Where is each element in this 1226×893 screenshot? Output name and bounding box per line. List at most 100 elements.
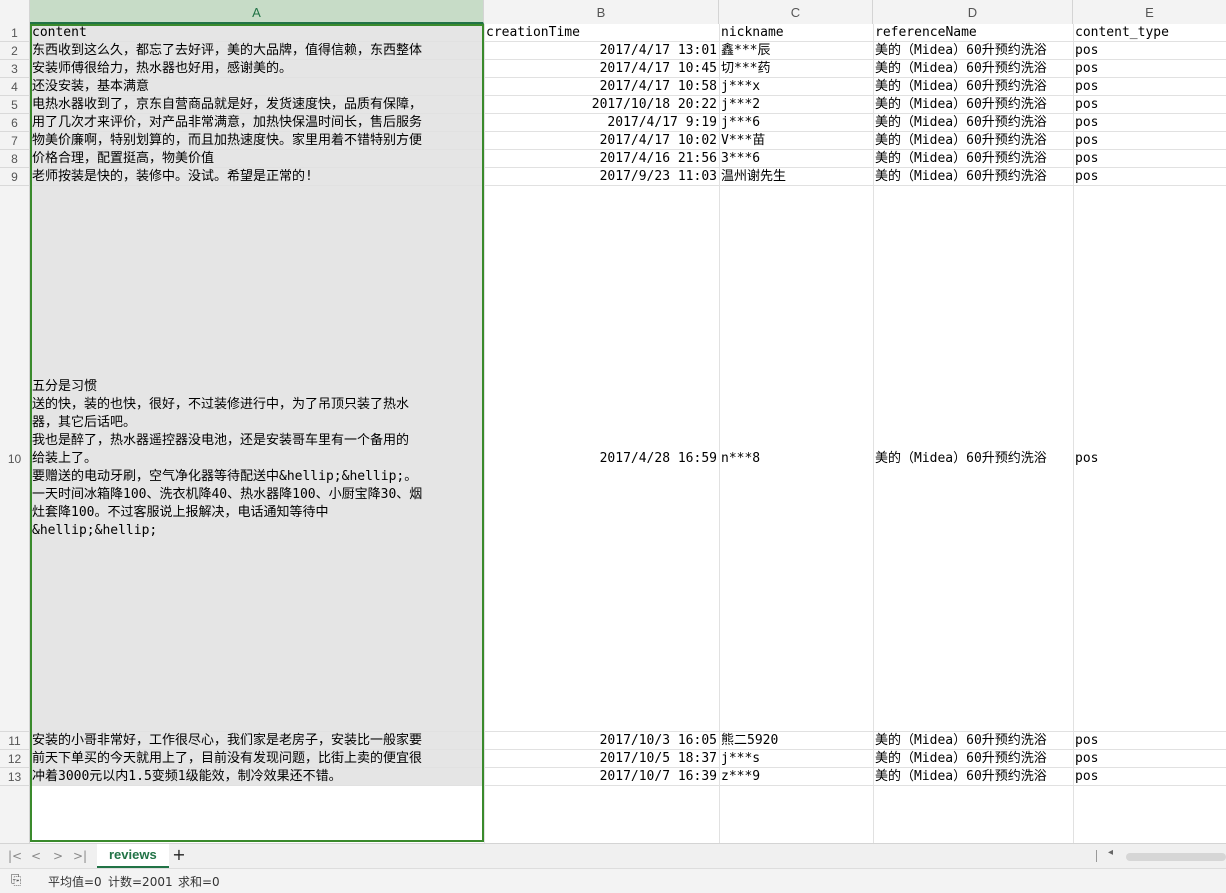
row-header[interactable]: 6 bbox=[0, 114, 29, 132]
cell-content-type[interactable]: pos bbox=[1073, 150, 1226, 167]
cell-creation-time[interactable]: 2017/9/23 11:03 bbox=[484, 168, 719, 185]
cell-creation-time[interactable]: 2017/4/17 13:01 bbox=[484, 42, 719, 59]
cell-nickname[interactable]: nickname bbox=[719, 24, 873, 41]
select-all-corner[interactable] bbox=[0, 0, 30, 24]
cell-creation-time[interactable]: 2017/4/16 21:56 bbox=[484, 150, 719, 167]
cell-content[interactable]: 安装师傅很给力，热水器也好用，感谢美的。 bbox=[30, 60, 484, 77]
horizontal-scrollbar[interactable] bbox=[1126, 853, 1226, 861]
cell-content[interactable]: 五分是习惯 送的快，装的也快，很好，不过装修进行中，为了吊顶只装了热水 器，其它… bbox=[30, 186, 484, 731]
row-header[interactable]: 5 bbox=[0, 96, 29, 114]
cell-content-type[interactable]: pos bbox=[1073, 42, 1226, 59]
cell-content[interactable]: content bbox=[30, 24, 484, 41]
scroll-divider[interactable] bbox=[1096, 850, 1097, 862]
cell-content-type[interactable]: pos bbox=[1073, 78, 1226, 95]
row-header[interactable]: 3 bbox=[0, 60, 29, 78]
cell-reference-name[interactable]: 美的（Midea）60升预约洗浴 bbox=[873, 132, 1073, 149]
cell-creation-time[interactable]: creationTime bbox=[484, 24, 719, 41]
sheet-tab-reviews[interactable]: reviews bbox=[97, 844, 169, 868]
column-header-bar: A B C D E bbox=[0, 0, 1226, 25]
cell-content[interactable]: 电热水器收到了，京东自营商品就是好，发货速度快，品质有保障， bbox=[30, 96, 484, 113]
cell-reference-name[interactable]: 美的（Midea）60升预约洗浴 bbox=[873, 168, 1073, 185]
cell-reference-name[interactable]: 美的（Midea）60升预约洗浴 bbox=[873, 186, 1073, 731]
cell-reference-name[interactable]: 美的（Midea）60升预约洗浴 bbox=[873, 96, 1073, 113]
cell-reference-name[interactable]: 美的（Midea）60升预约洗浴 bbox=[873, 750, 1073, 767]
cell-nickname[interactable]: n***8 bbox=[719, 186, 873, 731]
cell-content-type[interactable]: pos bbox=[1073, 750, 1226, 767]
cell-nickname[interactable]: V***苗 bbox=[719, 132, 873, 149]
macro-record-icon[interactable]: ⎘ bbox=[11, 873, 21, 888]
last-sheet-icon[interactable]: >| bbox=[70, 847, 90, 865]
cell-nickname[interactable]: j***x bbox=[719, 78, 873, 95]
row-header[interactable]: 1 bbox=[0, 24, 29, 42]
cell-creation-time[interactable]: 2017/10/3 16:05 bbox=[484, 732, 719, 749]
column-header-e[interactable]: E bbox=[1073, 0, 1226, 24]
cell-reference-name[interactable]: 美的（Midea）60升预约洗浴 bbox=[873, 150, 1073, 167]
cell-content[interactable]: 前天下单买的今天就用上了，目前没有发现问题，比街上卖的便宜很 bbox=[30, 750, 484, 767]
cell-creation-time[interactable]: 2017/10/18 20:22 bbox=[484, 96, 719, 113]
row-header[interactable]: 4 bbox=[0, 78, 29, 96]
row-header[interactable]: 13 bbox=[0, 768, 29, 786]
cell-content-type[interactable]: pos bbox=[1073, 732, 1226, 749]
cell-content[interactable]: 东西收到这么久，都忘了去好评，美的大品牌，值得信赖，东西整体 bbox=[30, 42, 484, 59]
cell-creation-time[interactable]: 2017/4/17 10:45 bbox=[484, 60, 719, 77]
cell-reference-name[interactable]: 美的（Midea）60升预约洗浴 bbox=[873, 114, 1073, 131]
cell-nickname[interactable]: 切***药 bbox=[719, 60, 873, 77]
cell-creation-time[interactable]: 2017/4/28 16:59 bbox=[484, 186, 719, 731]
cell-nickname[interactable]: j***2 bbox=[719, 96, 873, 113]
row-header[interactable]: 7 bbox=[0, 132, 29, 150]
cell-creation-time[interactable]: 2017/4/17 10:02 bbox=[484, 132, 719, 149]
cell-content-type[interactable]: pos bbox=[1073, 96, 1226, 113]
cell-creation-time[interactable]: 2017/10/5 18:37 bbox=[484, 750, 719, 767]
cell-reference-name[interactable]: 美的（Midea）60升预约洗浴 bbox=[873, 60, 1073, 77]
table-row: 物美价廉啊，特别划算的，而且加热速度快。家里用着不错特别方便 2017/4/17 … bbox=[30, 132, 1226, 150]
prev-sheet-icon[interactable]: < bbox=[26, 847, 46, 865]
cell-content[interactable]: 安装的小哥非常好，工作很尽心，我们家是老房子，安装比一般家要 bbox=[30, 732, 484, 749]
cell-content[interactable]: 用了几次才来评价，对产品非常满意，加热快保温时间长，售后服务 bbox=[30, 114, 484, 131]
cell-nickname[interactable]: 温州谢先生 bbox=[719, 168, 873, 185]
cell-creation-time[interactable]: 2017/4/17 9:19 bbox=[484, 114, 719, 131]
cell-reference-name[interactable]: 美的（Midea）60升预约洗浴 bbox=[873, 42, 1073, 59]
cell-nickname[interactable]: z***9 bbox=[719, 768, 873, 785]
cell-nickname[interactable]: j***6 bbox=[719, 114, 873, 131]
cell-reference-name[interactable]: 美的（Midea）60升预约洗浴 bbox=[873, 768, 1073, 785]
row-header[interactable]: 9 bbox=[0, 168, 29, 186]
cell-content-type[interactable]: pos bbox=[1073, 186, 1226, 731]
first-sheet-icon[interactable]: |< bbox=[5, 847, 25, 865]
cell-content-type[interactable]: pos bbox=[1073, 168, 1226, 185]
column-header-a[interactable]: A bbox=[30, 0, 484, 24]
cell-content[interactable]: 老师按装是快的，装修中。没试。希望是正常的! bbox=[30, 168, 484, 185]
row-header[interactable]: 10 bbox=[0, 186, 29, 732]
cell-content[interactable]: 价格合理，配置挺高，物美价值 bbox=[30, 150, 484, 167]
cell-reference-name[interactable]: referenceName bbox=[873, 24, 1073, 41]
cell-reference-name[interactable]: 美的（Midea）60升预约洗浴 bbox=[873, 732, 1073, 749]
table-row: 安装师傅很给力，热水器也好用，感谢美的。 2017/4/17 10:45 切***药… bbox=[30, 60, 1226, 78]
row-header[interactable]: 12 bbox=[0, 750, 29, 768]
cell-content-type[interactable]: pos bbox=[1073, 768, 1226, 785]
next-sheet-icon[interactable]: > bbox=[48, 847, 68, 865]
row-header-bar: 1 2 3 4 5 6 7 8 9 10 11 12 13 bbox=[0, 24, 30, 843]
cell-creation-time[interactable]: 2017/4/17 10:58 bbox=[484, 78, 719, 95]
status-bar: ⎘ 平均值=0 计数=2001 求和=0 bbox=[0, 868, 1226, 893]
scroll-left-icon[interactable]: ◂ bbox=[1108, 847, 1113, 858]
cell-content-type[interactable]: pos bbox=[1073, 60, 1226, 77]
column-header-c[interactable]: C bbox=[719, 0, 873, 24]
cell-nickname[interactable]: 熊二5920 bbox=[719, 732, 873, 749]
cell-content[interactable]: 物美价廉啊，特别划算的，而且加热速度快。家里用着不错特别方便 bbox=[30, 132, 484, 149]
cell-nickname[interactable]: 鑫***辰 bbox=[719, 42, 873, 59]
column-header-b[interactable]: B bbox=[484, 0, 719, 24]
row-header[interactable]: 8 bbox=[0, 150, 29, 168]
row-header[interactable]: 2 bbox=[0, 42, 29, 60]
cell-content[interactable]: 冲着3000元以内1.5变频1级能效，制冷效果还不错。 bbox=[30, 768, 484, 785]
cell-creation-time[interactable]: 2017/10/7 16:39 bbox=[484, 768, 719, 785]
column-header-d[interactable]: D bbox=[873, 0, 1073, 24]
spreadsheet-grid[interactable]: A B C D E 1 2 3 4 5 6 7 8 9 10 11 12 13 content creat… bbox=[0, 0, 1226, 843]
add-sheet-icon[interactable]: + bbox=[171, 846, 187, 864]
cell-reference-name[interactable]: 美的（Midea）60升预约洗浴 bbox=[873, 78, 1073, 95]
cell-content-type[interactable]: pos bbox=[1073, 132, 1226, 149]
cell-content[interactable]: 还没安装，基本满意 bbox=[30, 78, 484, 95]
cell-content-type[interactable]: content_type bbox=[1073, 24, 1226, 41]
cell-nickname[interactable]: 3***6 bbox=[719, 150, 873, 167]
cell-nickname[interactable]: j***s bbox=[719, 750, 873, 767]
cell-content-type[interactable]: pos bbox=[1073, 114, 1226, 131]
row-header[interactable]: 11 bbox=[0, 732, 29, 750]
